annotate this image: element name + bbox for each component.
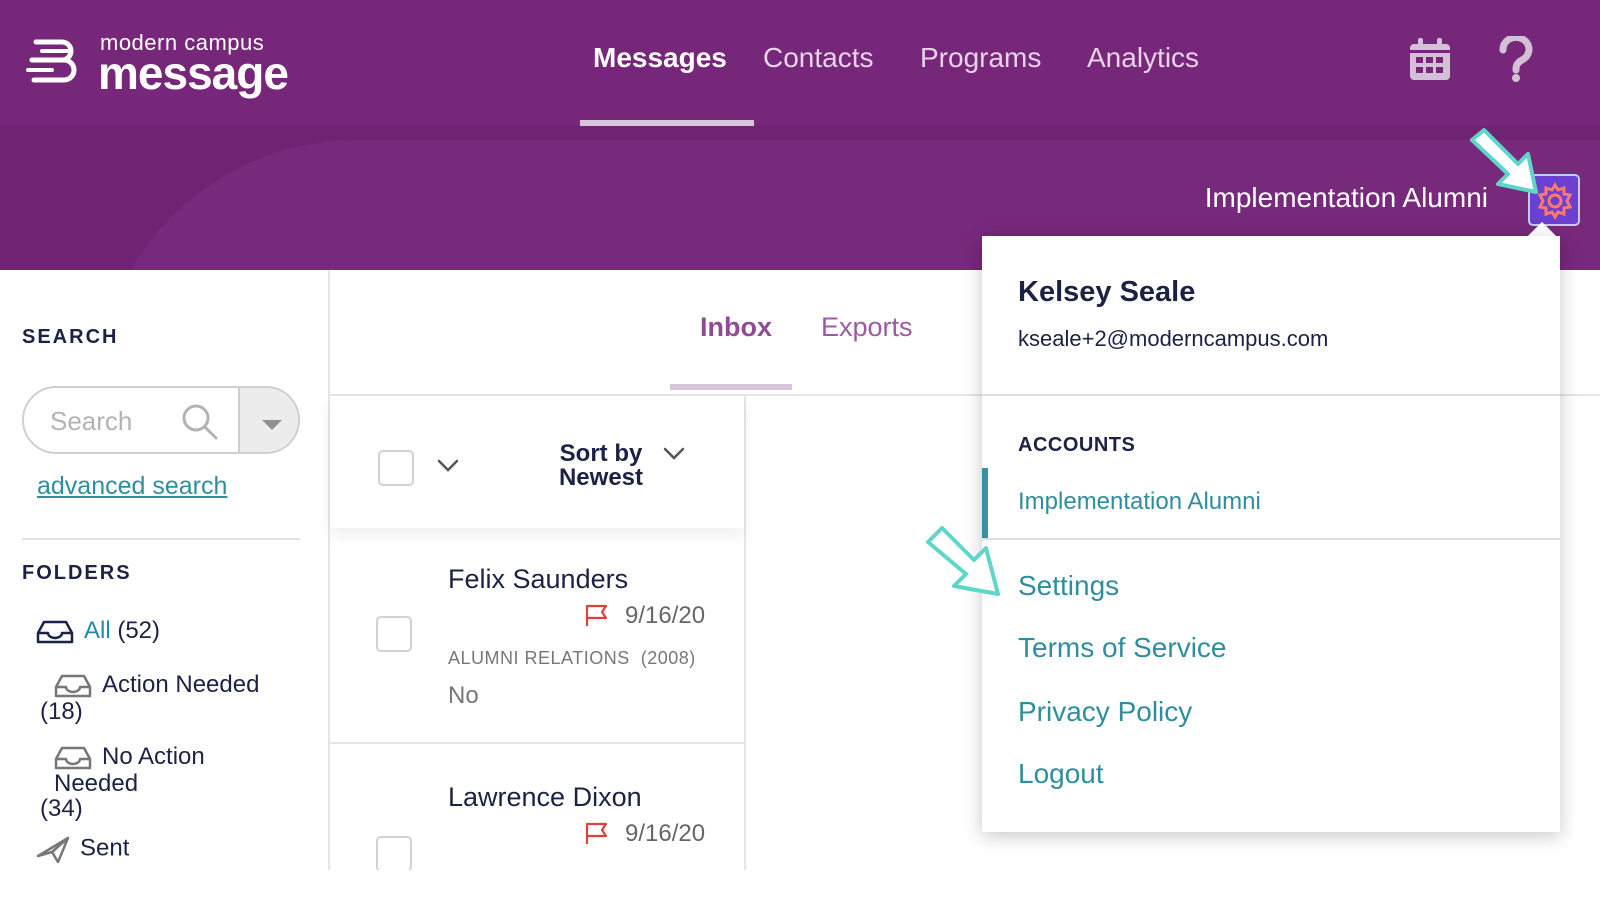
- nav-contacts[interactable]: Contacts: [763, 42, 874, 74]
- account-item-label: Implementation Alumni: [1018, 488, 1261, 515]
- menu-divider: [982, 538, 1560, 540]
- inbox-tray-icon: [54, 674, 92, 697]
- top-nav-bar: modern campus message Messages Contacts …: [0, 0, 1600, 126]
- message-date: 9/16/20: [625, 820, 706, 847]
- callout-arrow-icon: [926, 526, 1000, 596]
- list-header: Sort by Newest: [330, 396, 744, 528]
- folder-sent[interactable]: Sent: [36, 834, 129, 870]
- folder-no-action-count: (34): [40, 794, 83, 822]
- account-dropdown-menu: Kelsey Seale kseale+2@moderncampus.com A…: [982, 236, 1560, 832]
- settings-menu-item[interactable]: Settings: [1018, 570, 1119, 602]
- calendar-icon[interactable]: [1408, 36, 1452, 82]
- message-list: Sort by Newest Felix Saunders 9/16/20 AL…: [330, 396, 746, 870]
- sort-dropdown[interactable]: Sort by Newest: [526, 442, 676, 490]
- message-checkbox[interactable]: [376, 836, 412, 870]
- nav-analytics[interactable]: Analytics: [1087, 42, 1199, 74]
- user-email: kseale+2@moderncampus.com: [1018, 326, 1329, 351]
- folder-action-needed-name: Action Needed: [102, 671, 260, 698]
- account-item-implementation-alumni[interactable]: Implementation Alumni: [982, 468, 1560, 538]
- sidebar-divider: [22, 538, 300, 540]
- list-item[interactable]: Lawrence Dixon 9/16/20: [330, 744, 744, 870]
- folder-all-count: (52): [117, 617, 161, 644]
- search-input[interactable]: [50, 401, 190, 441]
- chevron-down-icon[interactable]: [662, 446, 686, 462]
- send-icon: [36, 836, 70, 864]
- folder-all[interactable]: All (52): [36, 618, 160, 645]
- message-checkbox[interactable]: [376, 616, 412, 652]
- folder-action-needed-count: (18): [40, 697, 83, 725]
- message-group-count: (2008): [640, 648, 696, 668]
- tab-exports[interactable]: Exports: [821, 312, 913, 343]
- search-options-dropdown[interactable]: [238, 388, 298, 452]
- tab-inbox[interactable]: Inbox: [700, 312, 772, 343]
- select-all-checkbox[interactable]: [378, 450, 414, 486]
- flag-icon[interactable]: [584, 604, 610, 628]
- message-date: 9/16/20: [625, 602, 706, 629]
- folder-no-action-needed[interactable]: No Action Needed (34): [40, 744, 300, 821]
- search-icon[interactable]: [180, 402, 220, 442]
- brand-logo[interactable]: modern campus message: [22, 30, 322, 99]
- callout-arrow-icon: [1470, 128, 1538, 194]
- folder-action-needed[interactable]: Action Needed (18): [40, 672, 300, 724]
- message-contact-name: Lawrence Dixon: [448, 782, 642, 812]
- logo-mark-icon: [26, 39, 77, 83]
- folder-all-name: All: [84, 617, 111, 644]
- folder-sent-name: Sent: [80, 834, 130, 862]
- chevron-down-icon[interactable]: [436, 458, 460, 474]
- message-contact-name: Felix Saunders: [448, 564, 629, 594]
- caret-down-icon: [262, 420, 282, 430]
- message-group-name: ALUMNI RELATIONS: [448, 648, 630, 668]
- user-name: Kelsey Seale: [1018, 276, 1196, 308]
- nav-messages[interactable]: Messages: [593, 42, 727, 74]
- logout-menu-item[interactable]: Logout: [1018, 758, 1104, 790]
- brand-main-text: message: [98, 47, 289, 99]
- list-item[interactable]: Felix Saunders 9/16/20 ALUMNI RELATIONS …: [330, 528, 744, 744]
- menu-divider: [982, 394, 1560, 396]
- inbox-tray-icon: [54, 746, 92, 769]
- search-box: [22, 386, 300, 454]
- app-page: modern campus message Messages Contacts …: [0, 0, 1600, 924]
- flag-icon[interactable]: [584, 822, 610, 846]
- help-icon[interactable]: [1494, 36, 1538, 82]
- folder-no-action-name-1: No Action: [102, 743, 205, 770]
- privacy-policy-menu-item[interactable]: Privacy Policy: [1018, 696, 1192, 728]
- message-group: ALUMNI RELATIONS (2008): [448, 648, 696, 669]
- folders-section-label: FOLDERS: [22, 562, 132, 584]
- tab-active-underline: [670, 384, 792, 390]
- nav-programs[interactable]: Programs: [920, 42, 1041, 74]
- accounts-label: ACCOUNTS: [1018, 434, 1136, 456]
- advanced-search-link[interactable]: advanced search: [37, 472, 227, 501]
- inbox-tray-icon: [36, 620, 74, 643]
- sidebar: SEARCH advanced search FOLDERS All (52) …: [0, 270, 330, 870]
- folder-no-action-name-2: Needed: [54, 769, 139, 797]
- sort-label-line2: Newest: [558, 464, 644, 491]
- message-preview: No: [448, 682, 479, 709]
- terms-of-service-menu-item[interactable]: Terms of Service: [1018, 632, 1227, 664]
- current-account-name: Implementation Alumni: [1204, 182, 1488, 213]
- sort-label-line1: Sort by: [559, 440, 643, 467]
- search-section-label: SEARCH: [22, 326, 119, 348]
